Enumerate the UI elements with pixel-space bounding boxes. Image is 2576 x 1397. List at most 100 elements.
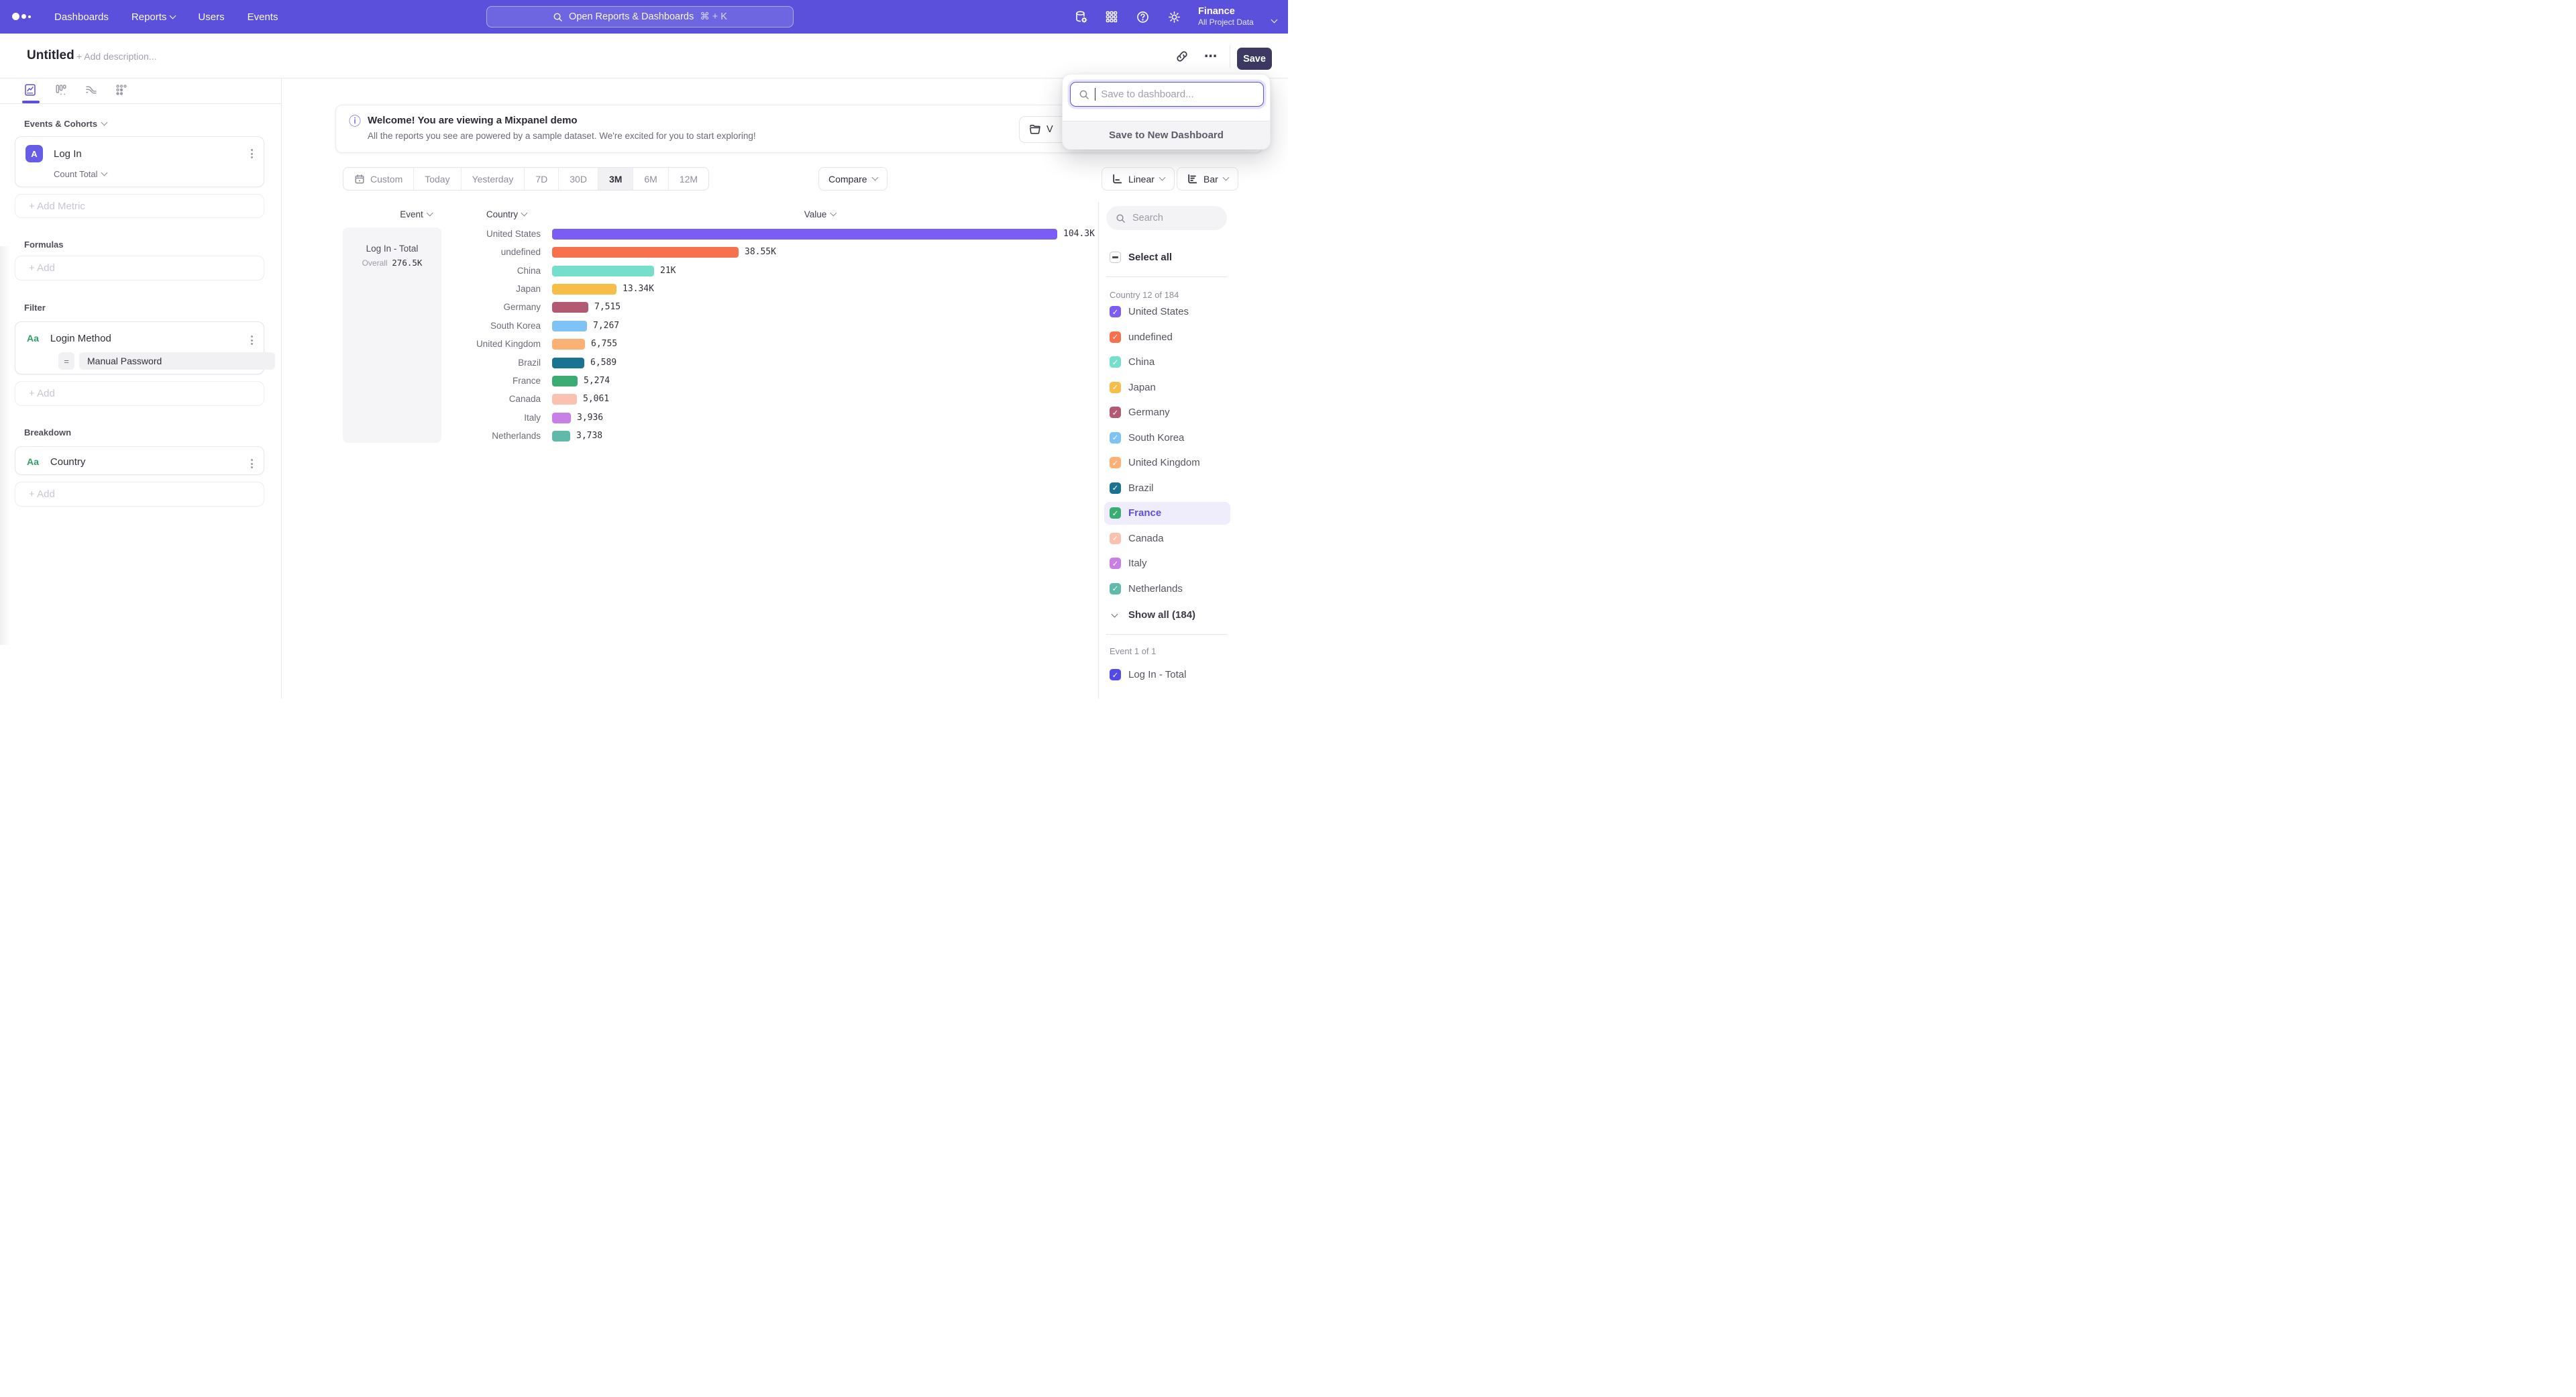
checkbox-united-states[interactable]: ✓ bbox=[1110, 306, 1121, 317]
segment-row-china[interactable]: ✓ China bbox=[1099, 350, 1236, 375]
settings-gear-icon[interactable] bbox=[1163, 5, 1185, 28]
range-segment-today[interactable]: Today bbox=[413, 168, 460, 190]
bar-brazil[interactable] bbox=[552, 358, 584, 368]
add-filter-button[interactable]: + Add bbox=[15, 381, 264, 406]
bar-china[interactable] bbox=[552, 266, 654, 276]
range-segment-12m[interactable]: 12M bbox=[668, 168, 708, 190]
bar-germany[interactable] bbox=[552, 302, 588, 313]
segment-row-netherlands[interactable]: ✓Netherlands bbox=[1099, 576, 1236, 602]
add-description-button[interactable]: + Add description... bbox=[76, 51, 156, 62]
data-management-icon[interactable] bbox=[1069, 5, 1092, 28]
checkbox-france[interactable]: ✓ bbox=[1110, 507, 1121, 519]
chart-type-dropdown[interactable]: Bar bbox=[1177, 167, 1238, 191]
nav-item-reports[interactable]: Reports bbox=[131, 11, 176, 23]
checkbox-canada[interactable]: ✓ bbox=[1110, 533, 1121, 544]
segment-row-undefined[interactable]: ✓undefined bbox=[1099, 325, 1236, 350]
filter-kebab-icon[interactable] bbox=[251, 335, 253, 345]
bar-france[interactable] bbox=[552, 376, 578, 386]
scale-dropdown[interactable]: Linear bbox=[1102, 167, 1175, 191]
select-all-row[interactable]: Select all bbox=[1099, 245, 1236, 270]
checkbox-undefined[interactable]: ✓ bbox=[1110, 331, 1121, 343]
report-title[interactable]: Untitled bbox=[27, 48, 74, 63]
column-header-value[interactable]: Value bbox=[804, 209, 836, 219]
breakdown-card[interactable]: Aa Country bbox=[15, 446, 264, 475]
segment-row-canada[interactable]: ✓Canada bbox=[1099, 526, 1236, 552]
bar-canada[interactable] bbox=[552, 394, 577, 405]
apps-grid-icon[interactable] bbox=[1100, 5, 1123, 28]
tab-flows[interactable] bbox=[82, 81, 101, 99]
range-segment-30d[interactable]: 30D bbox=[558, 168, 598, 190]
checkbox-germany[interactable]: ✓ bbox=[1110, 407, 1121, 418]
project-switcher[interactable]: Finance All Project Data bbox=[1198, 5, 1254, 28]
tab-insights[interactable] bbox=[21, 81, 40, 99]
bar-value-label: 104.3K bbox=[1063, 229, 1095, 240]
save-to-new-dashboard-button[interactable]: Save to New Dashboard bbox=[1063, 121, 1270, 149]
segment-row-brazil[interactable]: ✓Brazil bbox=[1099, 476, 1236, 501]
save-button[interactable]: Save bbox=[1237, 48, 1272, 70]
segment-row-italy[interactable]: ✓Italy bbox=[1099, 551, 1236, 576]
metric-kebab-icon[interactable] bbox=[251, 149, 253, 158]
column-header-country[interactable]: Country bbox=[486, 209, 527, 219]
checkbox-japan[interactable]: ✓ bbox=[1110, 382, 1121, 393]
add-metric-button[interactable]: + Add Metric bbox=[15, 194, 264, 218]
segment-search-input[interactable]: Search bbox=[1106, 206, 1227, 230]
checkbox-united-kingdom[interactable]: ✓ bbox=[1110, 457, 1121, 468]
checkbox-event[interactable]: ✓ bbox=[1110, 669, 1121, 680]
bar-united-kingdom[interactable] bbox=[552, 339, 585, 350]
bar-category-label: Netherlands bbox=[440, 431, 541, 442]
sidebar-scroll-shadow bbox=[0, 246, 11, 645]
breakdown-property-name[interactable]: Country bbox=[50, 456, 86, 468]
filter-value-input[interactable]: Manual Password bbox=[79, 352, 275, 370]
checkbox-south-korea[interactable]: ✓ bbox=[1110, 432, 1121, 444]
checkbox-china[interactable]: ✓ bbox=[1110, 356, 1121, 368]
compare-button[interactable]: Compare bbox=[818, 167, 888, 191]
bar-south-korea[interactable] bbox=[552, 321, 587, 331]
save-to-dashboard-input[interactable]: Save to dashboard... bbox=[1070, 82, 1264, 107]
range-segment-6m[interactable]: 6M bbox=[633, 168, 667, 190]
column-header-event[interactable]: Event bbox=[400, 209, 432, 219]
metric-event-name[interactable]: Log In bbox=[54, 148, 82, 160]
select-all-checkbox[interactable] bbox=[1110, 252, 1121, 263]
range-segment-3m[interactable]: 3M bbox=[598, 168, 633, 190]
segment-row-germany[interactable]: ✓Germany bbox=[1099, 400, 1236, 425]
event-row-log-in---total[interactable]: ✓Log In - Total bbox=[1099, 662, 1236, 688]
nav-item-dashboards[interactable]: Dashboards bbox=[54, 11, 109, 23]
nav-item-users[interactable]: Users bbox=[198, 11, 224, 23]
more-options-icon[interactable]: ⋯ bbox=[1203, 48, 1219, 64]
bar-undefined[interactable] bbox=[552, 247, 739, 258]
copy-link-icon[interactable] bbox=[1174, 48, 1190, 64]
bar-japan[interactable] bbox=[552, 284, 616, 295]
help-icon[interactable] bbox=[1131, 5, 1154, 28]
nav-item-events[interactable]: Events bbox=[248, 11, 278, 23]
add-formula-button[interactable]: + Add bbox=[15, 256, 264, 280]
filter-operator-chip[interactable]: = bbox=[58, 352, 74, 370]
segment-row-japan[interactable]: ✓Japan bbox=[1099, 375, 1236, 401]
metric-card[interactable]: A Log In Count Total bbox=[15, 136, 264, 187]
events-cohorts-section-label[interactable]: Events & Cohorts bbox=[24, 119, 107, 129]
range-segment-yesterday[interactable]: Yesterday bbox=[461, 168, 525, 190]
mixpanel-logo-icon[interactable] bbox=[12, 0, 39, 34]
tab-retention[interactable] bbox=[112, 81, 131, 99]
bar-netherlands[interactable] bbox=[552, 431, 570, 442]
event-summary-panel[interactable]: Log In - Total Overall 276.5K bbox=[343, 227, 441, 443]
metric-aggregation-dropdown[interactable]: Count Total bbox=[54, 169, 107, 179]
bar-italy[interactable] bbox=[552, 413, 571, 423]
checkbox-netherlands[interactable]: ✓ bbox=[1110, 583, 1121, 594]
segment-row-france[interactable]: ✓France bbox=[1099, 501, 1236, 526]
global-search-button[interactable]: Open Reports & Dashboards ⌘ + K bbox=[486, 6, 794, 28]
filter-property-name[interactable]: Login Method bbox=[50, 333, 111, 344]
show-all-button[interactable]: Show all (184) bbox=[1099, 603, 1195, 627]
checkbox-italy[interactable]: ✓ bbox=[1110, 558, 1121, 569]
checkbox-brazil[interactable]: ✓ bbox=[1110, 482, 1121, 494]
range-segment-7d[interactable]: 7D bbox=[524, 168, 558, 190]
segment-label: China bbox=[1128, 356, 1155, 368]
breakdown-kebab-icon[interactable] bbox=[251, 459, 253, 468]
segment-row-south-korea[interactable]: ✓South Korea bbox=[1099, 425, 1236, 451]
filter-card[interactable]: Aa Login Method = Manual Password bbox=[15, 321, 264, 374]
segment-row-united-kingdom[interactable]: ✓United Kingdom bbox=[1099, 450, 1236, 476]
range-segment-custom[interactable]: Custom bbox=[343, 168, 413, 190]
tab-funnels[interactable] bbox=[52, 81, 70, 99]
segment-row-united-states[interactable]: ✓United States bbox=[1099, 299, 1236, 325]
bar-united-states[interactable] bbox=[552, 229, 1057, 240]
add-breakdown-button[interactable]: + Add bbox=[15, 482, 264, 507]
